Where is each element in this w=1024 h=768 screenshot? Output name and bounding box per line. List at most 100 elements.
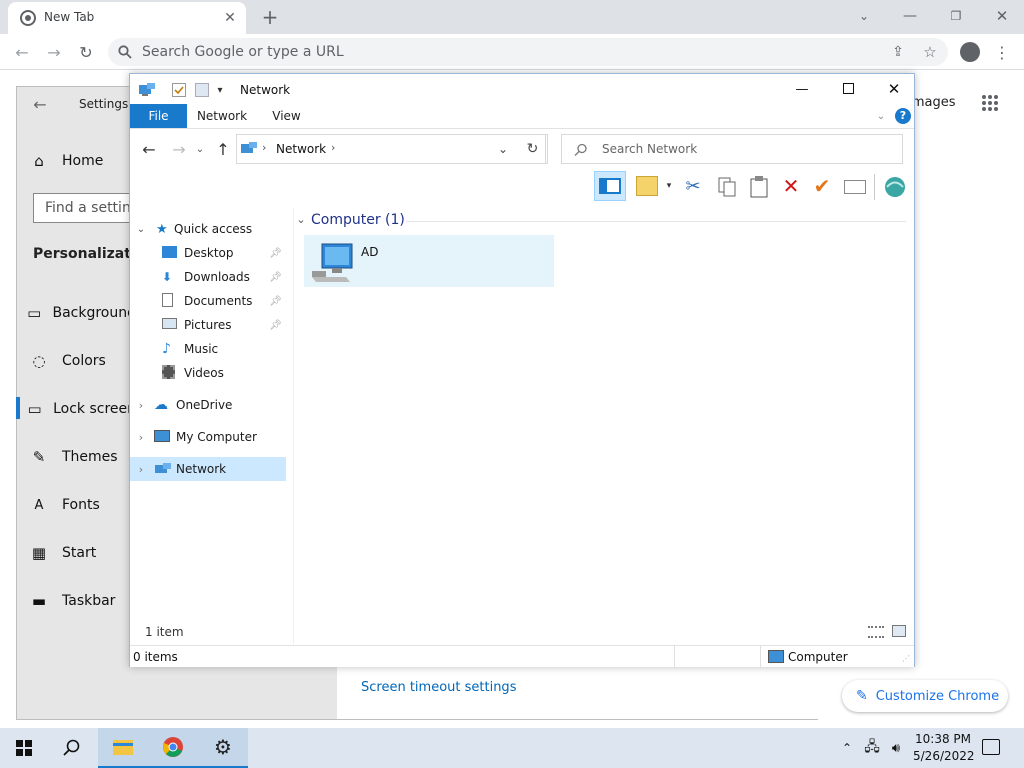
reload-icon[interactable]: ↻: [74, 40, 98, 64]
nav-network[interactable]: Network: [130, 457, 286, 481]
nav-onedrive[interactable]: ☁ OneDrive: [130, 393, 286, 417]
new-folder-icon[interactable]: [636, 176, 658, 196]
omnibox[interactable]: Search Google or type a URL ⇪ ☆: [108, 38, 948, 66]
documents-icon: [162, 292, 184, 310]
settings-back-icon[interactable]: ←: [30, 94, 50, 114]
nav-videos[interactable]: Videos: [130, 361, 286, 385]
taskbar-settings[interactable]: ⚙: [198, 728, 248, 768]
tab-file[interactable]: File: [130, 104, 187, 128]
new-tab-button[interactable]: +: [258, 5, 282, 29]
nav-documents-label: Documents: [184, 294, 253, 308]
nav-videos-label: Videos: [184, 366, 224, 380]
settings-search-input[interactable]: Find a setting: [33, 193, 143, 223]
customize-chrome-button[interactable]: ✎ Customize Chrome: [842, 680, 1008, 712]
chrome-tab-new-tab[interactable]: New Tab ✕: [8, 2, 246, 34]
help-icon[interactable]: ?: [895, 108, 911, 124]
back-icon[interactable]: ←: [10, 40, 34, 64]
minimize-icon[interactable]: —: [898, 4, 922, 28]
explorer-title: Network: [240, 83, 291, 97]
preview-pane-icon[interactable]: [594, 171, 626, 201]
zone-computer-icon: [768, 650, 784, 663]
new-folder-dropdown-icon[interactable]: ▾: [664, 178, 674, 194]
rename-check-icon[interactable]: ✔: [810, 174, 834, 198]
nav-my-computer[interactable]: My Computer: [130, 425, 286, 449]
nav-documents[interactable]: Documents 📌︎: [130, 289, 286, 313]
share-icon[interactable]: ⇪: [888, 42, 908, 62]
nav-my-computer-label: My Computer: [176, 430, 257, 444]
settings-nav-label: Start: [62, 545, 97, 561]
properties-icon[interactable]: [172, 83, 186, 97]
nav-desktop[interactable]: Desktop 📌︎: [130, 241, 286, 265]
nav-music[interactable]: ♪ Music: [130, 337, 286, 361]
taskbar-file-explorer[interactable]: [98, 728, 148, 768]
address-dropdown-icon[interactable]: ⌄: [493, 139, 513, 159]
settings-nav-start[interactable]: ▦ Start: [16, 533, 136, 573]
settings-nav-taskbar[interactable]: ▬ Taskbar: [16, 581, 136, 621]
show-hidden-icons-icon[interactable]: ⌃: [838, 738, 856, 758]
profile-avatar[interactable]: [960, 42, 980, 62]
qat-dropdown-icon[interactable]: ▾: [214, 82, 226, 98]
settings-home[interactable]: ⌂ Home: [16, 141, 136, 181]
network-tray-icon[interactable]: 🖧︎: [862, 738, 882, 758]
clock-time[interactable]: 10:38 PM: [915, 732, 971, 746]
nav-quick-access[interactable]: ★ Quick access: [130, 217, 286, 241]
screen-timeout-link[interactable]: Screen timeout settings: [361, 680, 516, 695]
settings-nav-colors[interactable]: ◌ Colors: [16, 341, 136, 381]
settings-nav-label: Fonts: [62, 497, 100, 513]
ribbon-expand-icon[interactable]: ⌄: [874, 108, 888, 124]
explorer-back-icon[interactable]: ←: [138, 138, 160, 160]
explorer-search-placeholder: Search Network: [602, 142, 698, 156]
new-folder-qa-icon[interactable]: [195, 83, 209, 97]
resize-grip-icon[interactable]: ⋰: [902, 654, 910, 663]
settings-nav-fonts[interactable]: A Fonts: [16, 485, 136, 525]
settings-nav-themes[interactable]: ✎ Themes: [16, 437, 136, 477]
globe-icon[interactable]: [882, 174, 908, 200]
nav-downloads[interactable]: ⬇ Downloads 📌︎: [130, 265, 286, 289]
explorer-forward-icon[interactable]: →: [168, 138, 190, 160]
explorer-search-input[interactable]: Search Network: [561, 134, 903, 164]
properties-toolbar-icon[interactable]: [844, 180, 866, 194]
bookmark-star-icon[interactable]: ☆: [920, 42, 940, 62]
cut-icon[interactable]: ✂: [682, 174, 704, 198]
notifications-icon[interactable]: [982, 739, 1000, 755]
tab-search-icon[interactable]: ⌄: [852, 4, 876, 28]
settings-nav-lock-screen[interactable]: ▭ Lock screen: [16, 389, 136, 429]
chrome-menu-icon[interactable]: ⋮: [992, 40, 1012, 64]
copy-icon[interactable]: [716, 176, 738, 198]
forward-icon[interactable]: →: [42, 40, 66, 64]
up-icon[interactable]: ↑: [212, 138, 234, 160]
volume-icon[interactable]: 🔊︎: [886, 738, 906, 758]
explorer-minimize-icon[interactable]: —: [786, 78, 818, 100]
apps-grid-icon[interactable]: [981, 94, 999, 112]
tab-network[interactable]: Network: [192, 104, 252, 128]
recent-locations-icon[interactable]: ⌄: [194, 138, 206, 160]
nav-pictures[interactable]: Pictures 📌︎: [130, 313, 286, 337]
group-header[interactable]: Computer (1): [311, 212, 405, 228]
taskbar-chrome[interactable]: [148, 728, 198, 768]
tab-view[interactable]: View: [264, 104, 309, 128]
start-icon: ▦: [31, 544, 47, 562]
taskbar-search-button[interactable]: [48, 728, 96, 768]
address-crumb[interactable]: Network: [276, 142, 326, 156]
close-window-icon[interactable]: ✕: [990, 4, 1014, 28]
large-icons-view-icon[interactable]: [892, 625, 906, 637]
start-button[interactable]: [0, 728, 48, 768]
close-tab-icon[interactable]: ✕: [220, 8, 240, 28]
clock-date[interactable]: 5/26/2022: [913, 749, 975, 763]
paste-icon[interactable]: [748, 175, 770, 199]
file-item-ad[interactable]: AD: [304, 235, 554, 287]
explorer-maximize-icon[interactable]: [832, 78, 864, 100]
address-bar[interactable]: › Network › ⌄: [236, 134, 546, 164]
explorer-close-icon[interactable]: ✕: [878, 78, 910, 100]
chrome-logo-icon: [20, 10, 36, 26]
settings-nav-label: Taskbar: [62, 593, 116, 609]
group-collapse-icon[interactable]: ⌄: [294, 212, 308, 226]
settings-nav-background[interactable]: ▭ Background: [16, 293, 136, 333]
images-link[interactable]: Images: [908, 95, 956, 110]
restore-icon[interactable]: ❐: [944, 4, 968, 28]
search-icon: [116, 43, 134, 61]
delete-icon[interactable]: ✕: [780, 174, 802, 198]
fonts-icon: A: [34, 497, 44, 513]
details-view-icon[interactable]: [868, 626, 884, 638]
refresh-button[interactable]: ↻: [518, 134, 548, 164]
